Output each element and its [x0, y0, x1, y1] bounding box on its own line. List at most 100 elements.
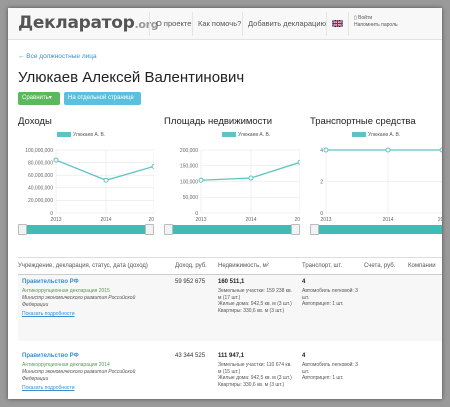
- real-estate-line: Жилые дома: 942,5 кв. м (3 шт.): [218, 375, 292, 381]
- show-details-link[interactable]: Показать подробности: [22, 385, 75, 391]
- x-tick-label: 2013: [320, 217, 331, 223]
- page-title: Улюкаев Алексей Валентинович: [18, 69, 245, 86]
- column-header-income[interactable]: Доход, руб.: [175, 263, 207, 269]
- transport-line-chart: 0 2 4 2013 2014 201: [320, 147, 442, 223]
- nav-divider: [348, 12, 349, 36]
- x-tick-label: 201: [438, 217, 442, 223]
- real-estate-total: 111 947,1: [218, 353, 245, 359]
- nav-link-help[interactable]: Как помочь?: [198, 19, 241, 28]
- x-tick-label: 2013: [50, 217, 61, 223]
- slider-handle-left[interactable]: [164, 224, 173, 235]
- series-line-segment: [200, 177, 252, 181]
- y-tick-label: 0: [50, 211, 53, 217]
- show-details-link[interactable]: Показать подробности: [22, 311, 75, 317]
- real-estate-range-slider[interactable]: [164, 225, 300, 234]
- y-tick-label: 200,000: [180, 148, 198, 154]
- site-logo[interactable]: Декларатор.org: [18, 13, 159, 33]
- slider-handle-left[interactable]: [18, 224, 27, 235]
- nav-divider: [149, 12, 150, 36]
- data-point[interactable]: [439, 147, 442, 153]
- data-point[interactable]: [323, 147, 329, 153]
- real-estate-line: Квартиры: 330,6 кв. м (3 шт.): [218, 381, 285, 388]
- declaration-label[interactable]: Антикоррупционная декларация 2014: [22, 362, 110, 368]
- back-to-officials-link[interactable]: ← Все должностные лица: [18, 53, 97, 60]
- chart-title-income: Доходы: [18, 116, 52, 127]
- org-link[interactable]: Правительство РФ: [22, 353, 79, 359]
- y-tick-label: 20,000,000: [28, 198, 53, 204]
- chart-title-transport: Транспортные средства: [310, 116, 416, 127]
- data-point[interactable]: [198, 177, 204, 183]
- y-tick-label: 100,000: [180, 179, 198, 185]
- income-range-slider[interactable]: [18, 225, 154, 234]
- real-estate-details: Земельные участки: 110 674 кв. м (15 шт.…: [218, 362, 294, 388]
- y-tick-label: 0: [195, 211, 198, 217]
- nav-link-add-declaration[interactable]: Добавить декларацию: [248, 19, 326, 28]
- y-tick-label: 0: [320, 211, 323, 217]
- data-point[interactable]: [53, 157, 59, 163]
- transport-count: 4: [302, 279, 306, 285]
- column-header-real-estate[interactable]: Недвижимость, м²: [218, 263, 269, 269]
- transport-count: 4: [302, 353, 306, 359]
- real-estate-line-chart: 050,000100,000150,000200,000201320142015: [180, 148, 300, 223]
- transport-line: Автомобиль легковой: 3 шт.: [302, 288, 358, 301]
- y-tick-label: 60,000,000: [28, 173, 53, 179]
- position-text: Министр экономического развития Российск…: [22, 369, 136, 382]
- column-header-accounts[interactable]: Счета, руб.: [364, 263, 395, 269]
- y-tick-label: 150,000: [180, 164, 198, 170]
- navbar: Декларатор.org О проекте Как помочь? Доб…: [8, 8, 442, 40]
- data-point[interactable]: [248, 175, 254, 181]
- real-estate-details: Земельные участки: 159 238 кв. м (17 шт.…: [218, 288, 294, 314]
- real-estate-line: Жилые дома: 942,5 кв. м (3 шт.): [218, 301, 292, 307]
- transport-line: Автоприцеп: 1 шт.: [302, 375, 344, 381]
- series-line-segment: [250, 161, 300, 179]
- slider-handle-right[interactable]: [145, 224, 154, 235]
- income-line-chart: 0 20,000,000 40,000,000 60,000,000 80,000,00…: [25, 148, 154, 223]
- x-tick-label: 2014: [245, 217, 256, 223]
- declaration-label[interactable]: Антикоррупционная декларация 2015: [22, 288, 110, 294]
- y-tick-label: 100,000,000: [25, 148, 53, 154]
- page: Декларатор.org О проекте Как помочь? Доб…: [8, 8, 442, 399]
- x-tick-label: 2014: [382, 217, 393, 223]
- transport-line: Автоприцеп: 1 шт.: [302, 301, 344, 307]
- income-value: 59 952 675: [175, 279, 206, 285]
- transport-line: Автомобиль легковой: 3 шт.: [302, 362, 358, 375]
- transport-details: Автомобиль легковой: 3 шт. Автоприцеп: 1…: [302, 362, 358, 382]
- nav-divider: [242, 12, 243, 36]
- open-separate-page-button[interactable]: На отдельной странице: [64, 92, 141, 105]
- data-point[interactable]: [103, 177, 109, 183]
- column-header-transport[interactable]: Транспорт, шт.: [302, 263, 342, 269]
- real-estate-line: Квартиры: 330,6 кв. м (3 шт.): [218, 307, 285, 314]
- nav-divider: [326, 12, 327, 36]
- series-line-segment: [105, 165, 154, 181]
- y-tick-label: 2: [320, 179, 323, 185]
- nav-divider: [192, 12, 193, 36]
- remind-password-link[interactable]: Напомнить пароль: [354, 22, 398, 29]
- income-value: 43 344 525: [175, 353, 206, 359]
- real-estate-line: Земельные участки: 159 238 кв. м (17 шт.…: [218, 288, 293, 301]
- column-header-companies[interactable]: Компании: [408, 263, 436, 269]
- y-tick-label: 4: [320, 148, 323, 154]
- transport-range-slider[interactable]: [310, 225, 442, 234]
- login-block: ▯ Войти Напомнить пароль: [354, 15, 398, 29]
- data-point[interactable]: [385, 147, 391, 153]
- login-link[interactable]: ▯ Войти: [354, 15, 398, 22]
- org-link[interactable]: Правительство РФ: [22, 279, 79, 285]
- y-tick-label: 40,000,000: [28, 186, 53, 192]
- chart-title-real-estate: Площадь недвижимости: [164, 116, 273, 127]
- slider-handle-right[interactable]: [291, 224, 300, 235]
- series-line-segment: [55, 159, 107, 181]
- y-tick-label: 50,000: [183, 195, 199, 201]
- divider: [18, 257, 442, 258]
- x-tick-label: 2014: [100, 217, 111, 223]
- slider-handle-left[interactable]: [310, 224, 319, 235]
- real-estate-line: Земельные участки: 110 674 кв. м (15 шт.…: [218, 362, 292, 375]
- column-header-institution[interactable]: Учреждение, декларация, статус, дата (до…: [18, 263, 148, 269]
- y-tick-label: 80,000,000: [28, 160, 53, 166]
- compare-dropdown-button[interactable]: Сравнить▾: [18, 92, 60, 105]
- real-estate-total: 160 511,1: [218, 279, 245, 285]
- transport-details: Автомобиль легковой: 3 шт. Автоприцеп: 1…: [302, 288, 358, 308]
- x-tick-label: 2013: [195, 217, 206, 223]
- uk-flag-icon[interactable]: [332, 20, 343, 27]
- nav-link-about[interactable]: О проекте: [156, 19, 191, 28]
- position-text: Министр экономического развития Российск…: [22, 295, 136, 308]
